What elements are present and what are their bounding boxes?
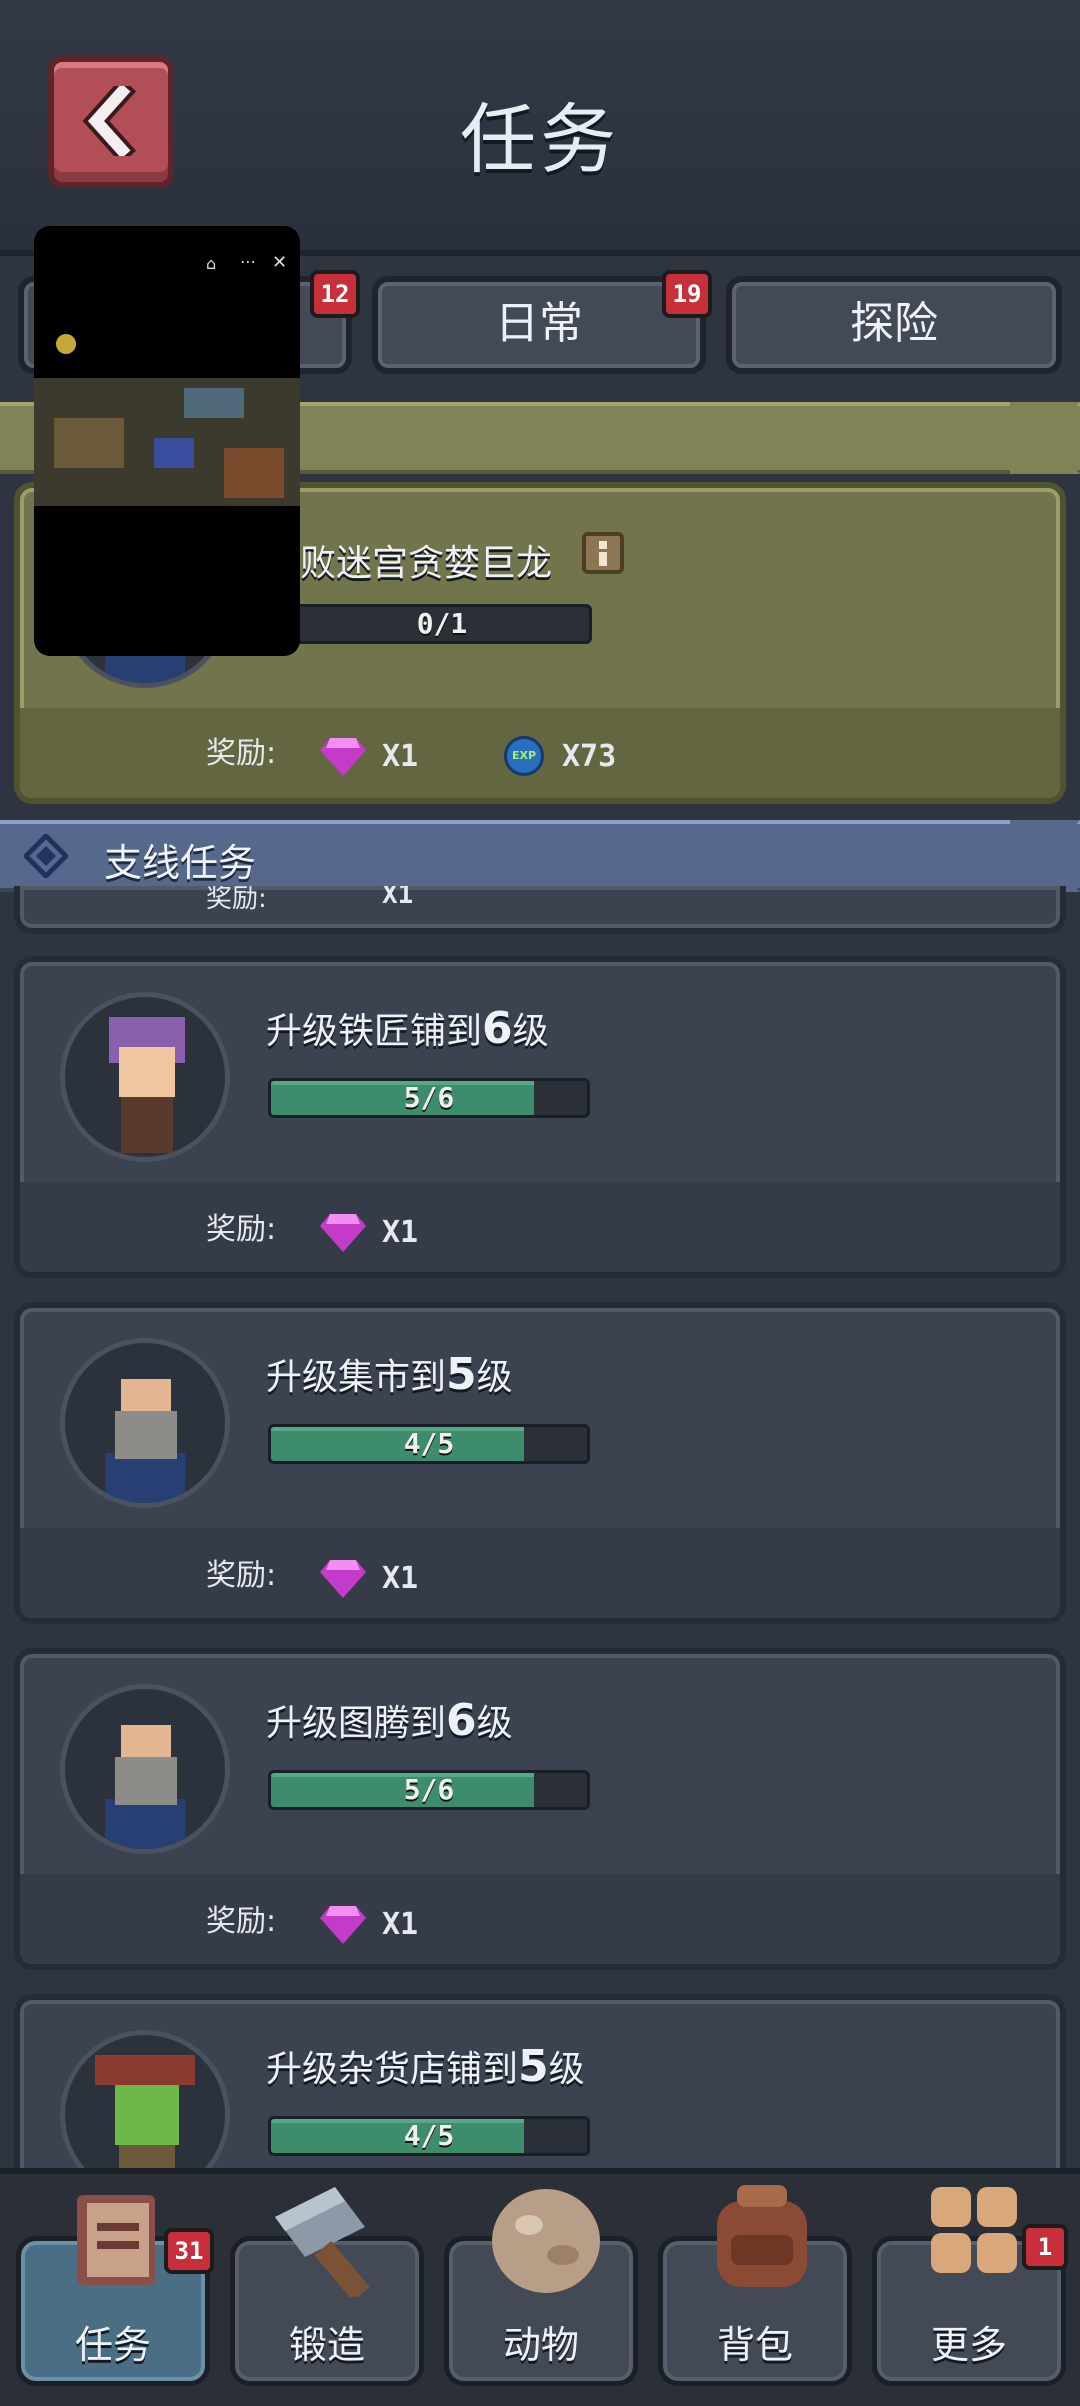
coin-icon bbox=[56, 334, 76, 354]
reward-qty: X1 bbox=[382, 1907, 419, 1942]
progress-text: 4/5 bbox=[403, 1427, 455, 1460]
reward-row bbox=[20, 1874, 1060, 1964]
reward-label: 奖励: bbox=[206, 1558, 277, 1593]
banner-tail bbox=[1010, 820, 1080, 892]
gem-icon bbox=[320, 738, 366, 776]
home-icon[interactable]: ⌂ bbox=[206, 254, 226, 274]
backpack-icon bbox=[717, 2185, 807, 2287]
reward-qty: X1 bbox=[382, 886, 414, 910]
reward-label: 奖励: bbox=[206, 1904, 277, 1939]
avatar bbox=[60, 992, 230, 1162]
nav-more-badge: 1 bbox=[1022, 2224, 1068, 2270]
old-man-avatar-icon bbox=[105, 1725, 185, 1849]
progress-bar: 0/1 bbox=[292, 604, 592, 644]
progress-text: 0/1 bbox=[416, 607, 468, 640]
exp-icon: EXP bbox=[504, 736, 544, 776]
avatar bbox=[60, 1684, 230, 1854]
game-map-preview bbox=[34, 378, 300, 506]
avatar bbox=[60, 1338, 230, 1508]
reward-label: 奖励: bbox=[206, 886, 267, 914]
progress-text: 5/6 bbox=[403, 1773, 455, 1806]
task-card[interactable]: 升级集市到5级 4/5 奖励: X1 bbox=[14, 1302, 1066, 1624]
banner-tail bbox=[1010, 402, 1080, 474]
tab-adventure[interactable]: 探险 bbox=[726, 276, 1062, 374]
tab-daily-badge: 19 bbox=[662, 270, 712, 318]
reward-qty: X73 bbox=[562, 739, 617, 774]
task-card[interactable]: 升级图腾到6级 5/6 奖励: X1 bbox=[14, 1648, 1066, 1970]
progress-bar: 5/6 bbox=[268, 1770, 590, 1810]
pip-window[interactable]: ⌂ ⋯ ✕ bbox=[34, 226, 300, 656]
close-icon[interactable]: ✕ bbox=[272, 252, 292, 273]
tab-main-badge: 12 bbox=[310, 270, 360, 318]
nav-forge[interactable]: 锻造 bbox=[230, 2187, 424, 2386]
nav-label: 动物 bbox=[502, 2323, 579, 2367]
reward-row bbox=[20, 1528, 1060, 1618]
reward-qty: X1 bbox=[382, 739, 419, 774]
gem-icon bbox=[320, 1214, 366, 1252]
side-quest-banner: 支线任务 bbox=[0, 820, 1080, 892]
task-name: 升级集市到5级 bbox=[266, 1349, 513, 1400]
more-icon[interactable]: ⋯ bbox=[240, 252, 260, 272]
progress-bar: 4/5 bbox=[268, 2116, 590, 2156]
gem-icon bbox=[320, 1906, 366, 1944]
reward-qty: X1 bbox=[382, 1215, 419, 1250]
nav-animals[interactable]: 动物 bbox=[444, 2189, 638, 2386]
gem-icon bbox=[320, 1560, 366, 1598]
quest-book-icon bbox=[77, 2195, 155, 2285]
task-card[interactable]: 升级杂货店铺到5级 4/5 bbox=[14, 1994, 1066, 2194]
page-title: 任务 bbox=[460, 95, 620, 184]
tab-daily[interactable]: 日常 bbox=[372, 276, 706, 374]
task-name: 败迷宫贪婪巨龙 bbox=[300, 543, 553, 584]
info-icon[interactable] bbox=[582, 532, 624, 574]
progress-bar: 5/6 bbox=[268, 1078, 590, 1118]
task-name: 升级铁匠铺到6级 bbox=[266, 1003, 549, 1054]
hammer-icon bbox=[275, 2187, 370, 2297]
grid-more-icon bbox=[931, 2187, 1017, 2273]
nav-label: 更多 bbox=[930, 2323, 1007, 2367]
nav-backpack[interactable]: 背包 bbox=[658, 2185, 852, 2386]
blacksmith-avatar-icon bbox=[109, 1017, 185, 1153]
reward-qty: X1 bbox=[382, 1561, 419, 1596]
diamond-icon bbox=[24, 834, 68, 878]
task-card[interactable]: 奖励: X1 bbox=[14, 886, 1066, 934]
task-name: 升级图腾到6级 bbox=[266, 1695, 513, 1746]
egg-icon bbox=[492, 2189, 600, 2293]
task-name: 升级杂货店铺到5级 bbox=[266, 2041, 585, 2092]
tab-daily-label: 日常 bbox=[495, 298, 583, 349]
task-card[interactable]: 升级铁匠铺到6级 5/6 奖励: X1 bbox=[14, 956, 1066, 1278]
reward-label: 奖励: bbox=[206, 1212, 277, 1247]
progress-text: 5/6 bbox=[403, 1081, 455, 1114]
nav-label: 任务 bbox=[74, 2323, 151, 2367]
progress-text: 4/5 bbox=[403, 2119, 455, 2152]
nav-label: 锻造 bbox=[288, 2323, 365, 2367]
reward-label: 奖励: bbox=[206, 736, 277, 771]
progress-bar: 4/5 bbox=[268, 1424, 590, 1464]
nav-quests-badge: 31 bbox=[164, 2228, 214, 2274]
reward-row bbox=[20, 1182, 1060, 1272]
nav-label: 背包 bbox=[716, 2323, 793, 2367]
old-man-avatar-icon bbox=[105, 1379, 185, 1503]
tab-adventure-label: 探险 bbox=[850, 298, 938, 349]
side-section-title: 支线任务 bbox=[104, 841, 257, 885]
